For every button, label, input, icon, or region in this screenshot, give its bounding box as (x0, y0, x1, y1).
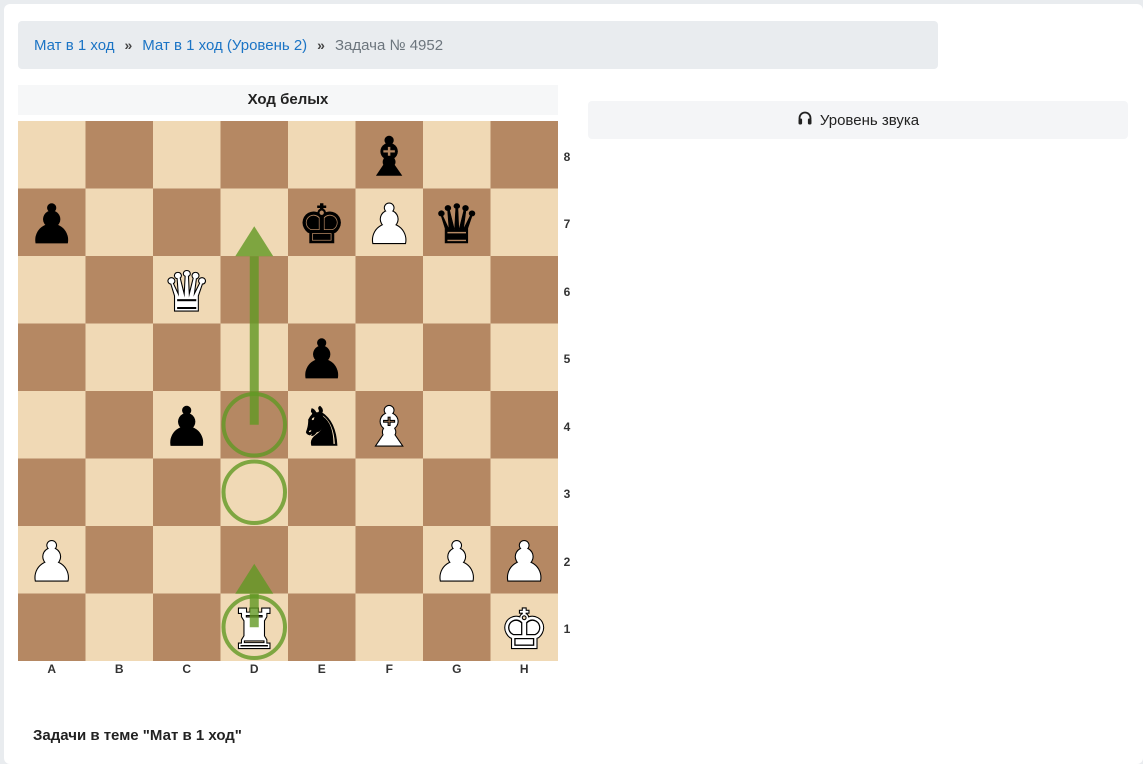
square-b8[interactable] (85, 121, 154, 189)
black-knight-e4[interactable]: ♞ (297, 395, 346, 459)
topic-problems-heading: Задачи в теме "Мат в 1 ход" (33, 727, 242, 744)
breadcrumb-separator: » (317, 37, 325, 53)
rank-label: 5 (563, 352, 571, 366)
square-c1[interactable] (153, 593, 221, 662)
square-a6[interactable] (18, 256, 86, 324)
square-e8[interactable] (288, 121, 356, 189)
chess-board[interactable]: ♝ ♟ ♚ ♟ ♛ ♛ ♟ ♟ ♞ ♝ ♟ ♟ ♟ ♜ ♚ (18, 121, 558, 661)
square-g8[interactable] (423, 121, 491, 189)
breadcrumb-link-mate-in-1-level-2[interactable]: Мат в 1 ход (Уровень 2) (142, 37, 307, 54)
square-b4[interactable] (85, 391, 154, 459)
square-c3[interactable] (153, 458, 221, 527)
black-pawn-e5[interactable]: ♟ (297, 327, 346, 391)
square-h8[interactable] (490, 121, 559, 189)
square-g5[interactable] (423, 323, 491, 392)
white-pawn-g2[interactable]: ♟ (431, 529, 482, 594)
square-b1[interactable] (85, 593, 154, 662)
breadcrumb-separator: » (124, 37, 133, 53)
file-label: H (519, 662, 529, 676)
square-e3[interactable] (288, 458, 356, 527)
square-c5[interactable] (153, 323, 221, 392)
sound-level-label: Уровень звука (819, 111, 920, 129)
square-f5[interactable] (355, 323, 424, 392)
square-f6[interactable] (355, 256, 424, 324)
rank-label: 2 (563, 555, 571, 569)
square-h4[interactable] (490, 391, 559, 459)
white-pawn-f7[interactable]: ♟ (364, 192, 415, 257)
square-a1[interactable] (18, 593, 86, 662)
rank-label: 4 (563, 420, 571, 434)
file-label: C (182, 662, 192, 676)
white-bishop-f4[interactable]: ♝ (364, 394, 415, 459)
square-a3[interactable] (18, 458, 86, 527)
file-label: D (249, 662, 259, 676)
square-g3[interactable] (423, 458, 491, 527)
black-queen-g7[interactable]: ♛ (432, 192, 481, 256)
rank-label: 7 (563, 217, 571, 231)
square-c7[interactable] (153, 188, 221, 257)
square-e6[interactable] (288, 256, 356, 324)
rank-label: 8 (563, 150, 571, 164)
rank-label: 6 (563, 285, 571, 299)
square-h3[interactable] (490, 458, 559, 527)
white-queen-c6[interactable]: ♛ (161, 259, 212, 324)
square-f1[interactable] (355, 593, 424, 662)
square-e2[interactable] (288, 526, 356, 594)
square-b5[interactable] (85, 323, 154, 392)
turn-indicator: Ход белых (18, 85, 558, 115)
white-pawn-a2[interactable]: ♟ (26, 529, 77, 594)
file-label: B (114, 662, 124, 676)
rank-label: 1 (563, 622, 571, 636)
square-f3[interactable] (355, 458, 424, 527)
black-king-e7[interactable]: ♚ (297, 192, 346, 256)
square-h6[interactable] (490, 256, 559, 324)
square-h7[interactable] (490, 188, 559, 257)
white-king-h1[interactable]: ♚ (499, 597, 550, 661)
square-d8[interactable] (220, 121, 289, 189)
square-c2[interactable] (153, 526, 221, 594)
square-a8[interactable] (18, 121, 86, 189)
black-pawn-a7[interactable]: ♟ (27, 192, 76, 256)
breadcrumb: Мат в 1 ход » Мат в 1 ход (Уровень 2) » … (18, 21, 938, 69)
black-bishop-f8[interactable]: ♝ (365, 125, 414, 189)
file-label: F (385, 662, 393, 676)
file-label: G (452, 662, 462, 676)
rank-label: 3 (563, 487, 571, 501)
square-e1[interactable] (288, 593, 356, 662)
square-a4[interactable] (18, 391, 86, 459)
black-pawn-c4[interactable]: ♟ (162, 395, 211, 459)
square-b7[interactable] (85, 188, 154, 257)
square-d3[interactable] (220, 458, 289, 527)
square-g6[interactable] (423, 256, 491, 324)
square-g4[interactable] (423, 391, 491, 459)
file-label: E (317, 662, 326, 676)
square-g1[interactable] (423, 593, 491, 662)
square-b3[interactable] (85, 458, 154, 527)
square-f2[interactable] (355, 526, 424, 594)
square-b6[interactable] (85, 256, 154, 324)
headphones-icon (797, 110, 813, 130)
square-h5[interactable] (490, 323, 559, 392)
breadcrumb-link-mate-in-1[interactable]: Мат в 1 ход (34, 37, 114, 54)
sound-level-button[interactable]: Уровень звука (588, 101, 1128, 139)
breadcrumb-current-problem: Задача № 4952 (334, 36, 444, 54)
square-a5[interactable] (18, 323, 86, 392)
file-label: A (47, 662, 57, 676)
white-pawn-h2[interactable]: ♟ (499, 529, 550, 594)
square-c8[interactable] (153, 121, 221, 189)
square-b2[interactable] (85, 526, 154, 594)
